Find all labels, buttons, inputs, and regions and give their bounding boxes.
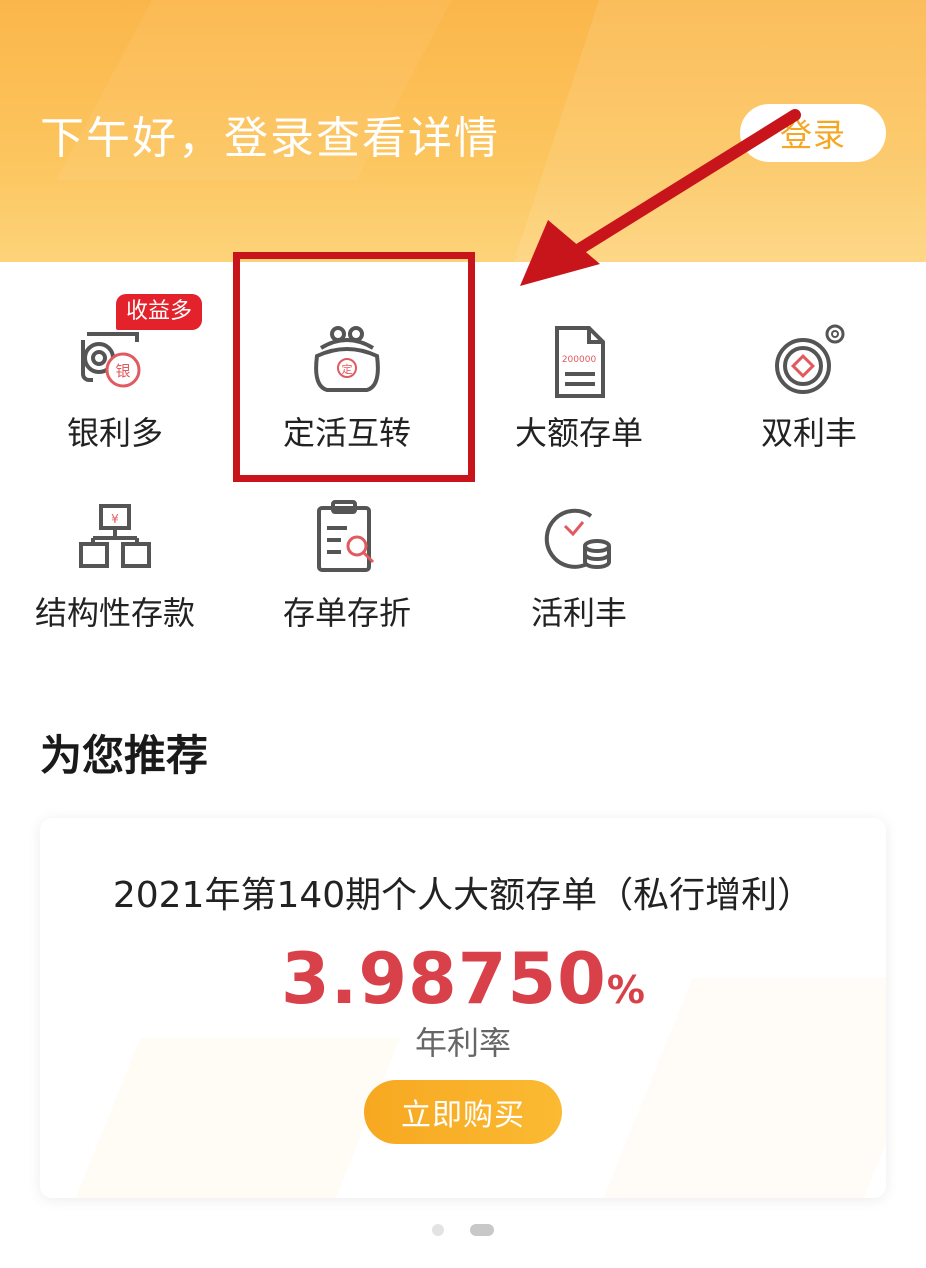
- stacked-boxes-icon: ¥: [79, 504, 151, 568]
- menu-label: 大额存单: [514, 414, 643, 452]
- coins-silver-icon: 银: [81, 332, 141, 388]
- menu-item-deposit-passbook[interactable]: 存单存折: [232, 490, 462, 640]
- clock-coins-icon: [544, 508, 611, 569]
- menu-label: 银利多: [66, 414, 163, 452]
- carousel-dot[interactable]: [432, 1224, 444, 1236]
- rate-value: 3.98750: [281, 938, 607, 1020]
- header-banner: 下午好，登录查看详情 登录: [0, 0, 926, 262]
- rate-unit: %: [606, 968, 645, 1012]
- menu-label: 结构性存款: [34, 594, 195, 632]
- login-button[interactable]: 登录: [740, 104, 886, 162]
- buy-now-button[interactable]: 立即购买: [364, 1080, 562, 1144]
- menu-label: 双利丰: [760, 414, 857, 452]
- icon-char: ¥: [111, 512, 119, 526]
- menu-item-shuanglifeng[interactable]: 双利丰: [694, 300, 924, 460]
- menu-label: 活利丰: [530, 594, 627, 632]
- annotation-highlight-box: [233, 252, 475, 482]
- menu-label: 存单存折: [282, 594, 411, 632]
- product-name: 2021年第140期个人大额存单（私行增利）: [112, 875, 814, 916]
- carousel-dot-active[interactable]: [470, 1224, 494, 1236]
- icon-char: 银: [115, 362, 130, 380]
- menu-item-huolifeng[interactable]: 活利丰: [464, 490, 694, 640]
- rate-display: 3.98750%: [40, 938, 886, 1020]
- certificate-document-icon: 200000: [555, 326, 605, 398]
- clipboard-search-icon: [317, 500, 375, 572]
- badge-more-returns: 收益多: [116, 294, 203, 330]
- section-title-recommend: 为您推荐: [40, 731, 209, 780]
- rate-label: 年利率: [414, 1024, 511, 1062]
- icon-char: 200000: [562, 355, 597, 365]
- greeting-text: 下午好，登录查看详情: [40, 113, 500, 164]
- menu-item-structured-deposit[interactable]: ¥ 结构性存款: [0, 490, 230, 640]
- double-coin-icon: [775, 324, 845, 394]
- carousel-indicator: [0, 1222, 926, 1238]
- menu-item-certificate-deposit[interactable]: 200000 大额存单: [464, 300, 694, 460]
- recommend-card[interactable]: 2021年第140期个人大额存单（私行增利） 3.98750% 年利率 立即购买: [40, 818, 886, 1198]
